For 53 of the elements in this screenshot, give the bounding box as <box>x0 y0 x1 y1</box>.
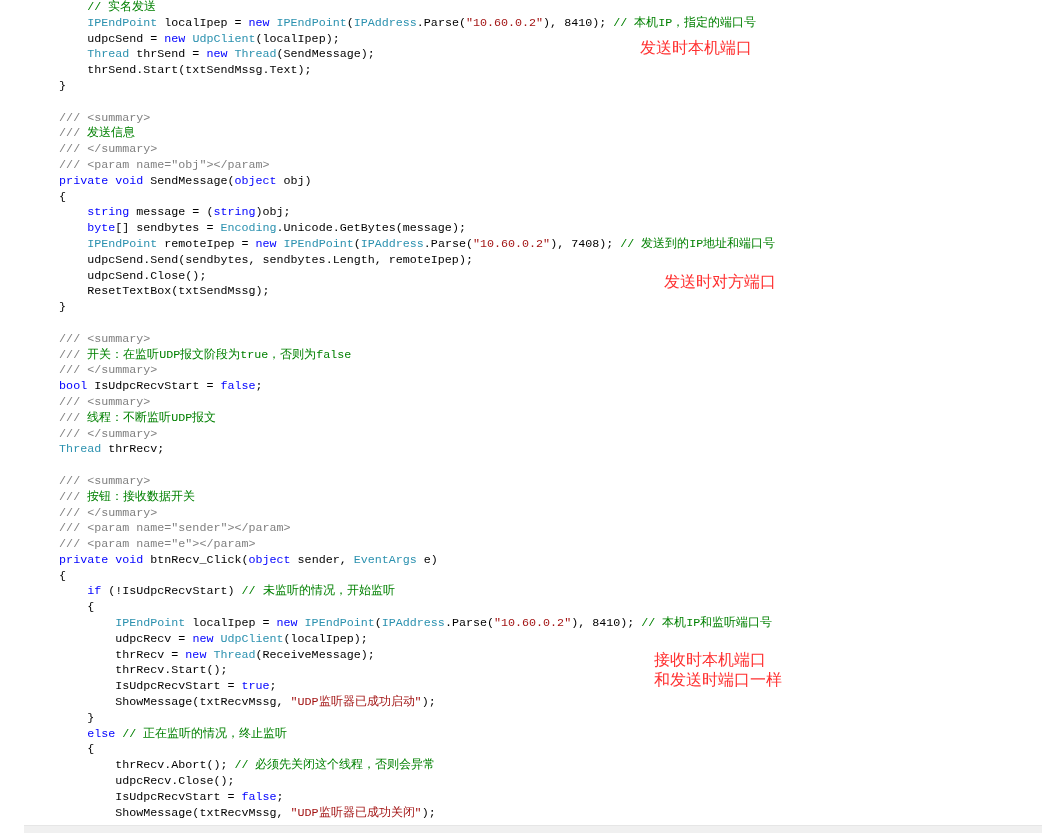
code-line: /// 发送信息 <box>58 126 136 143</box>
code-line: ResetTextBox(txtSendMssg); <box>86 284 270 301</box>
code-line: IPEndPoint remoteIpep = new IPEndPoint(IPAddress.Parse("10.60.0.2"), 7408); // 发送到的IP地址和端口号 <box>86 236 776 253</box>
code-line: /// <summary> <box>58 473 151 490</box>
code-line: IsUdpcRecvStart = true; <box>114 679 277 696</box>
code-line: /// <param name="e"></param> <box>58 537 256 553</box>
code-line: private void SendMessage(object obj) <box>58 173 312 190</box>
code-line: /// 按钮：接收数据开关 <box>58 489 196 506</box>
code-line: /// <param name="sender"></param> <box>58 521 291 538</box>
code-line: { <box>86 742 95 759</box>
code-line: byte[] sendbytes = Encoding.Unicode.GetBytes(message); <box>86 221 466 237</box>
code-line: Thread thrSend = new Thread(SendMessage); <box>86 47 375 64</box>
code-line: { <box>58 568 67 585</box>
annotation-text: 接收时本机端口 和发送时端口一样 <box>654 650 782 690</box>
code-line: } <box>86 710 95 727</box>
code-line: } <box>58 300 67 316</box>
code-line: ShowMessage(txtRecvMssg, "UDP监听器已成功启动"); <box>114 695 436 711</box>
code-line: thrRecv = new Thread(ReceiveMessage); <box>114 647 375 664</box>
code-line: /// </summary> <box>58 142 158 158</box>
code-line: { <box>86 600 95 617</box>
code-line: /// </summary> <box>58 505 158 522</box>
code-line: IPEndPoint localIpep = new IPEndPoint(IPAddress.Parse("10.60.0.2"), 8410); // 本机IP，指定的端口号 <box>86 15 757 32</box>
code-line: else // 正在监听的情况，终止监听 <box>86 726 288 743</box>
code-line: /// </summary> <box>58 426 158 443</box>
code-line: } <box>58 79 67 95</box>
annotation-text: 发送时本机端口 <box>640 38 752 58</box>
code-line: Thread thrRecv; <box>58 442 165 459</box>
code-line: udpcRecv = new UdpClient(localIpep); <box>114 631 368 648</box>
code-line: thrRecv.Abort(); // 必须先关闭这个线程，否则会异常 <box>114 758 436 775</box>
code-line: /// 开关：在监听UDP报文阶段为true，否则为false <box>58 347 352 364</box>
code-line: // 实名发送 <box>86 0 157 16</box>
code-line: /// <summary> <box>58 110 151 126</box>
code-line: ShowMessage(txtRecvMssg, "UDP监听器已成功关闭"); <box>114 805 436 822</box>
code-line: { <box>58 189 67 206</box>
code-line: IsUdpcRecvStart = false; <box>114 789 284 806</box>
code-line: /// </summary> <box>58 363 158 380</box>
code-line: /// 线程：不断监听UDP报文 <box>58 410 217 427</box>
code-line: udpcSend.Close(); <box>86 268 207 285</box>
code-line: IPEndPoint localIpep = new IPEndPoint(IPAddress.Parse("10.60.0.2"), 8410); // 本机IP和监听端口号 <box>114 616 773 632</box>
code-line: /// <summary> <box>58 331 151 348</box>
code-line: /// <param name="obj"></param> <box>58 157 270 174</box>
code-line: thrSend.Start(txtSendMssg.Text); <box>86 63 312 79</box>
code-line: private void btnRecv_Click(object sender, EventArgs e) <box>58 552 438 569</box>
code-line: string message = (string)obj; <box>86 205 291 222</box>
code-line: udpcRecv.Close(); <box>114 774 235 790</box>
code-line: udpcSend = new UdpClient(localIpep); <box>86 31 340 48</box>
horizontal-scrollbar[interactable] <box>24 825 1042 833</box>
code-line: thrRecv.Start(); <box>114 663 228 680</box>
code-line: udpcSend.Send(sendbytes, sendbytes.Length, remoteIpep); <box>86 252 473 269</box>
code-line: bool IsUdpcRecvStart = false; <box>58 379 263 395</box>
code-line: if (!IsUdpcRecvStart) // 未监听的情况，开始监听 <box>86 584 395 601</box>
annotation-text: 发送时对方端口 <box>664 272 776 292</box>
code-line: /// <summary> <box>58 394 151 411</box>
